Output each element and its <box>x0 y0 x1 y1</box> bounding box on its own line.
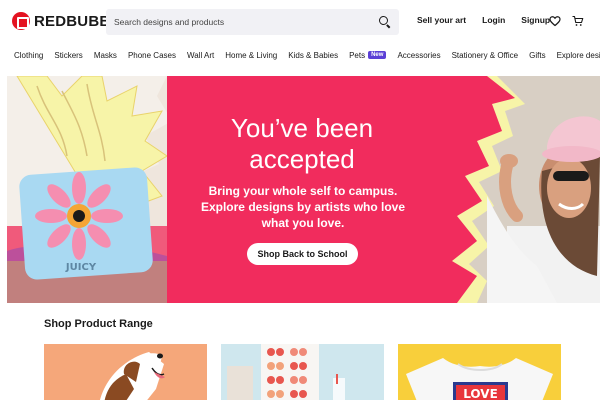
search-icon[interactable] <box>379 16 391 28</box>
category-label: Stickers <box>54 50 83 60</box>
category-label: Wall Art <box>186 50 215 60</box>
category-label: Clothing <box>14 50 44 60</box>
shop-product-range-title: Shop Product Range <box>44 318 153 330</box>
header-links: Sell your art Login Signup <box>417 15 550 25</box>
category-home-living[interactable]: Home & Living <box>225 48 277 62</box>
category-explore-designs[interactable]: Explore designs <box>557 48 600 62</box>
logo-icon <box>12 12 30 30</box>
category-label: Masks <box>93 50 117 60</box>
hero-banner[interactable]: JUICY You’ve been accepted Bring your wh… <box>7 76 600 303</box>
sell-your-art-link[interactable]: Sell your art <box>417 15 466 25</box>
category-label: Home & Living <box>225 50 278 60</box>
category-masks[interactable]: Masks <box>94 48 117 62</box>
category-label: Accessories <box>397 50 441 60</box>
category-stationery-office[interactable]: Stationery & Office <box>452 48 519 62</box>
top-header: REDBUBBLE Search designs and products Se… <box>0 0 600 43</box>
login-link[interactable]: Login <box>482 15 505 25</box>
category-label: Gifts <box>529 50 546 60</box>
hero-subtitle: Bring your whole self to campus. Explore… <box>200 184 406 230</box>
cart-icon[interactable] <box>572 15 584 27</box>
pillow-text: JUICY <box>65 262 97 273</box>
category-label: Pets <box>349 50 366 60</box>
category-phone-cases[interactable]: Phone Cases <box>128 48 176 62</box>
category-label: Explore designs <box>556 50 600 60</box>
category-accessories[interactable]: Accessories <box>397 48 440 62</box>
search-input[interactable]: Search designs and products <box>106 9 399 35</box>
category-label: Kids & Babies <box>288 50 339 60</box>
dog-image <box>44 344 207 400</box>
tshirt-print-text: LOVE <box>463 387 498 400</box>
category-nav: Clothing Stickers Masks Phone Cases Wall… <box>14 48 600 62</box>
tshirt-image: LOVE <box>398 344 561 400</box>
category-pets[interactable]: Pets New <box>349 48 387 62</box>
product-range-card-clothing[interactable]: LOVE <box>398 344 561 400</box>
category-clothing[interactable]: Clothing <box>14 48 43 62</box>
category-label: Stationery & Office <box>451 50 519 60</box>
category-wall-art[interactable]: Wall Art <box>187 48 214 62</box>
product-range-card-wall-art[interactable] <box>221 344 384 400</box>
category-stickers[interactable]: Stickers <box>54 48 82 62</box>
category-label: Phone Cases <box>127 50 176 60</box>
category-kids-babies[interactable]: Kids & Babies <box>288 48 338 62</box>
product-range-card-pets[interactable] <box>44 344 207 400</box>
shop-back-to-school-button[interactable]: Shop Back to School <box>247 243 358 265</box>
signup-link[interactable]: Signup <box>521 15 550 25</box>
hero-pillow-image: JUICY <box>7 76 167 303</box>
sunglasses-print-image <box>221 344 384 400</box>
hero-title: You’ve been accepted <box>230 113 374 174</box>
heart-icon[interactable] <box>549 15 561 27</box>
hero-model-image <box>447 76 600 303</box>
search-placeholder: Search designs and products <box>114 17 225 27</box>
new-badge: New <box>368 51 387 59</box>
category-gifts[interactable]: Gifts <box>529 48 545 62</box>
